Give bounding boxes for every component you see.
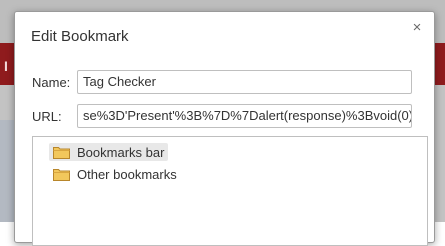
edit-bookmark-dialog: Edit Bookmark × Name: Tag Checker URL: s… xyxy=(14,11,435,246)
tree-item-other-bookmarks[interactable]: Other bookmarks xyxy=(53,165,177,183)
dialog-title: Edit Bookmark xyxy=(31,28,129,45)
name-label: Name: xyxy=(32,75,71,90)
folder-icon xyxy=(53,168,70,181)
tree-item-label: Other bookmarks xyxy=(77,166,177,182)
tree-item-label: Bookmarks bar xyxy=(77,144,165,160)
folder-tree[interactable]: Bookmarks bar Other bookmarks xyxy=(32,136,428,246)
tree-item-bookmarks-bar[interactable]: Bookmarks bar xyxy=(49,143,169,161)
url-label: URL: xyxy=(32,109,62,124)
close-button[interactable]: × xyxy=(408,19,426,37)
name-input[interactable]: Tag Checker xyxy=(77,70,412,94)
url-input[interactable]: se%3D'Present'%3B%7D%7Dalert(response)%3… xyxy=(77,104,412,128)
close-icon: × xyxy=(412,19,422,36)
folder-icon xyxy=(53,146,70,159)
page-banner-letter: I xyxy=(4,58,8,74)
